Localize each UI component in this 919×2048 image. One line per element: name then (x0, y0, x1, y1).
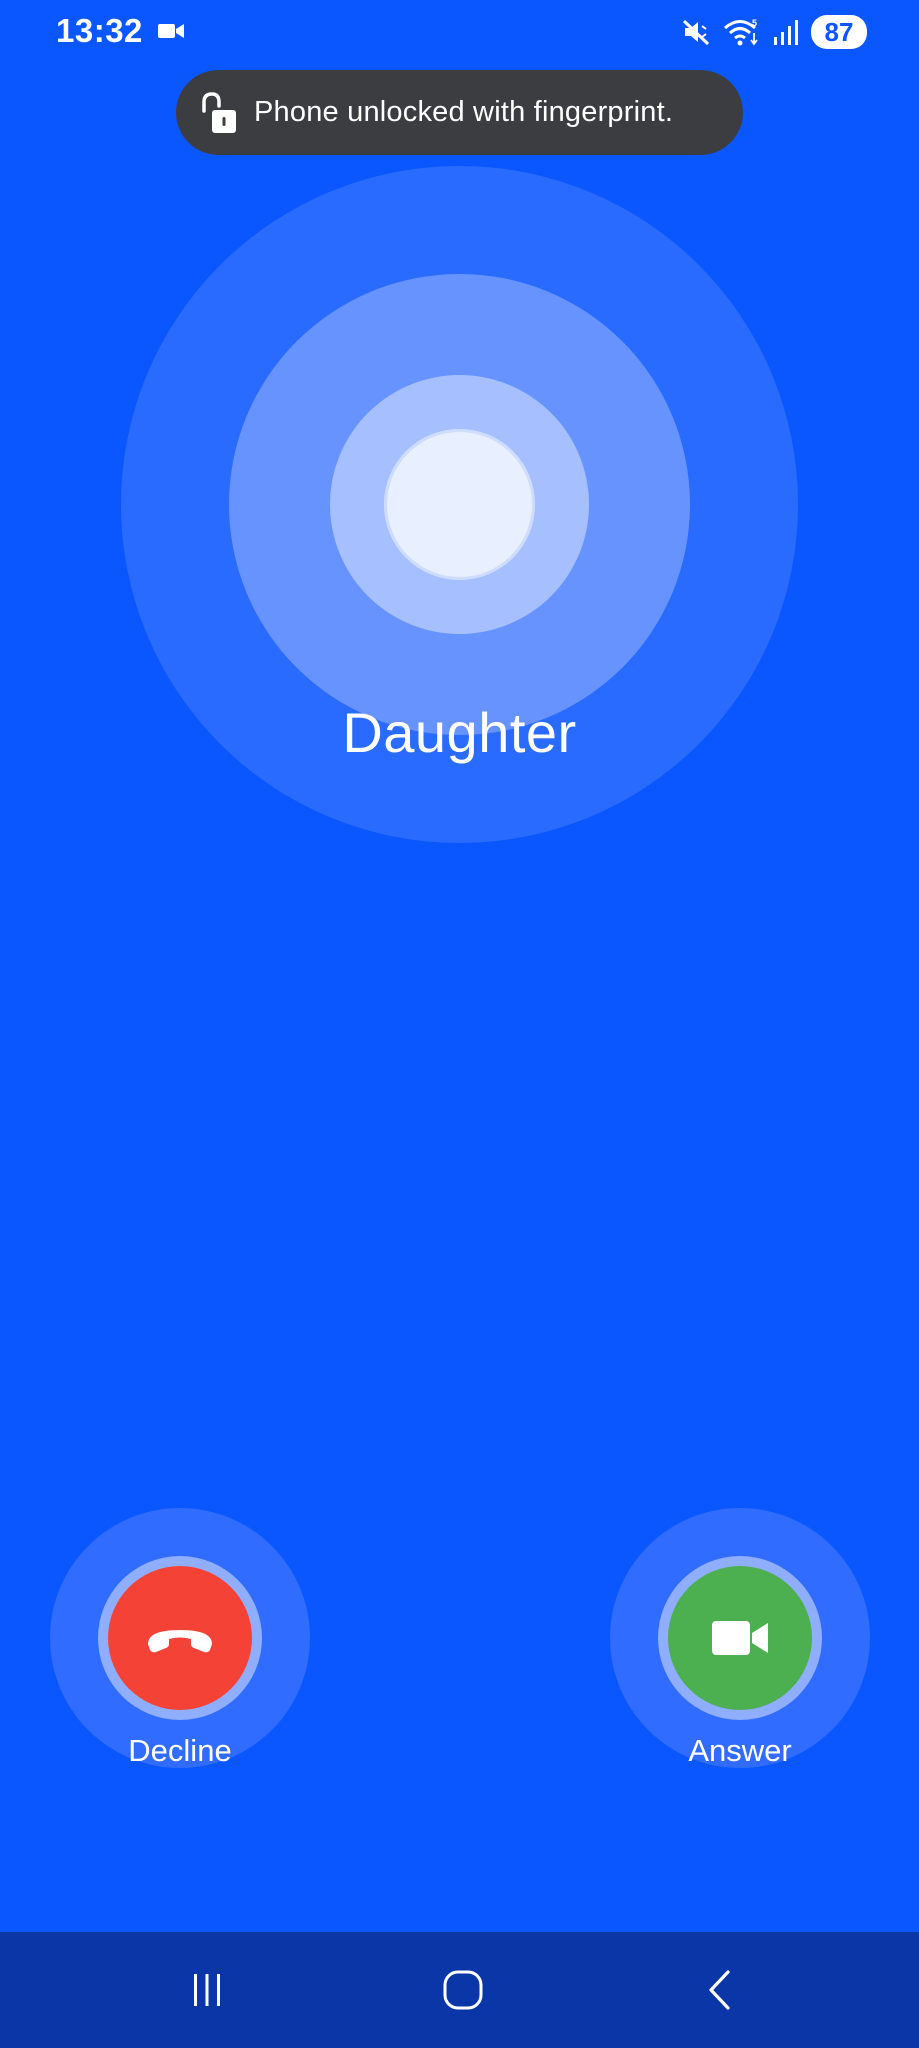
wifi-icon: 5 (724, 18, 758, 46)
vibrate-mute-icon (682, 19, 710, 46)
incoming-call-screen: 13:32 5 87 Phone unlocked with fingerpri… (0, 0, 919, 2048)
answer-action (610, 1508, 870, 1768)
caller-name: Daughter (342, 701, 577, 764)
recents-icon (194, 1974, 220, 2006)
back-icon (709, 1970, 730, 2010)
toast-message: Phone unlocked with fingerprint. (254, 96, 674, 128)
caller-avatar (384, 429, 535, 580)
fingerprint-unlock-toast: Phone unlocked with fingerprint. (176, 70, 743, 155)
status-time: 13:32 (56, 12, 143, 49)
signal-icon (774, 20, 798, 45)
answer-label: Answer (688, 1733, 792, 1768)
video-camera-icon (712, 1621, 768, 1655)
decline-button[interactable] (108, 1566, 252, 1710)
video-camera-icon (158, 24, 184, 38)
phone-hangup-icon (148, 1630, 212, 1653)
decline-label: Decline (128, 1733, 232, 1768)
home-button[interactable] (433, 1960, 493, 2020)
status-bar: 13:32 5 87 (0, 0, 919, 62)
status-icons: 5 87 (681, 14, 867, 50)
decline-action (50, 1508, 310, 1768)
recents-button[interactable] (177, 1960, 237, 2020)
home-icon (443, 1970, 483, 2010)
unlock-icon (202, 91, 236, 133)
back-button[interactable] (690, 1960, 750, 2020)
svg-text:5: 5 (752, 18, 757, 28)
navigation-bar (0, 1932, 919, 2048)
answer-button[interactable] (668, 1566, 812, 1710)
battery-indicator: 87 (811, 15, 867, 49)
